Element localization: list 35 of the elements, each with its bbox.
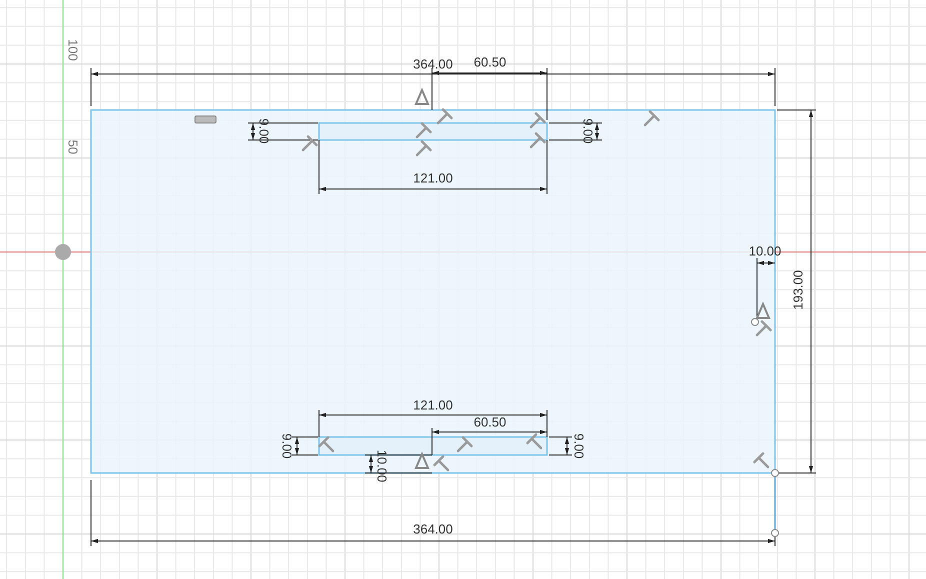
dimension-label[interactable]: 60.50	[474, 54, 506, 70]
dimension-line[interactable]	[808, 110, 814, 474]
dimension-label[interactable]: 9.00	[580, 118, 596, 144]
dimension-line[interactable]	[432, 430, 548, 434]
dimension-line[interactable]	[594, 122, 600, 140]
horizontal-constraint-icon[interactable]	[194, 116, 216, 124]
triangle-constraint-icon[interactable]	[755, 301, 771, 319]
perpendicular-constraint-icon[interactable]	[302, 135, 318, 152]
dimension-line[interactable]	[90, 538, 776, 544]
dimension-label[interactable]: 9.00	[572, 433, 587, 459]
dimension-line[interactable]	[564, 436, 570, 456]
dimension-label[interactable]: 10.00	[374, 450, 390, 482]
dimension-line[interactable]	[318, 412, 548, 418]
dimension-line[interactable]	[368, 454, 374, 474]
axis-label: 50	[66, 140, 81, 154]
dimension-label[interactable]: 364.00	[413, 56, 453, 72]
origin-icon[interactable]	[55, 244, 71, 260]
dimension-label[interactable]: 364.00	[413, 521, 453, 536]
dimension-line[interactable]	[250, 122, 256, 140]
dimension-label[interactable]: 60.50	[474, 414, 506, 430]
sketch-point[interactable]	[771, 529, 779, 537]
dimension-label[interactable]: 121.00	[413, 170, 453, 186]
sketch-point[interactable]	[751, 318, 759, 326]
dimension-label[interactable]: 193.00	[790, 270, 806, 310]
dimension-line[interactable]	[318, 186, 548, 192]
dimension-line[interactable]	[90, 72, 776, 76]
dimension-line[interactable]	[432, 70, 548, 76]
sketch-point[interactable]	[771, 469, 779, 477]
triangle-constraint-icon[interactable]	[414, 451, 430, 469]
dimension-label[interactable]: 9.00	[256, 118, 272, 144]
dimension-label[interactable]: 121.00	[413, 397, 453, 412]
dimension-line[interactable]	[294, 436, 300, 456]
dimension-line[interactable]	[756, 260, 776, 266]
axis-label: 100	[66, 39, 81, 61]
dimension-label[interactable]: 9.00	[280, 433, 295, 459]
